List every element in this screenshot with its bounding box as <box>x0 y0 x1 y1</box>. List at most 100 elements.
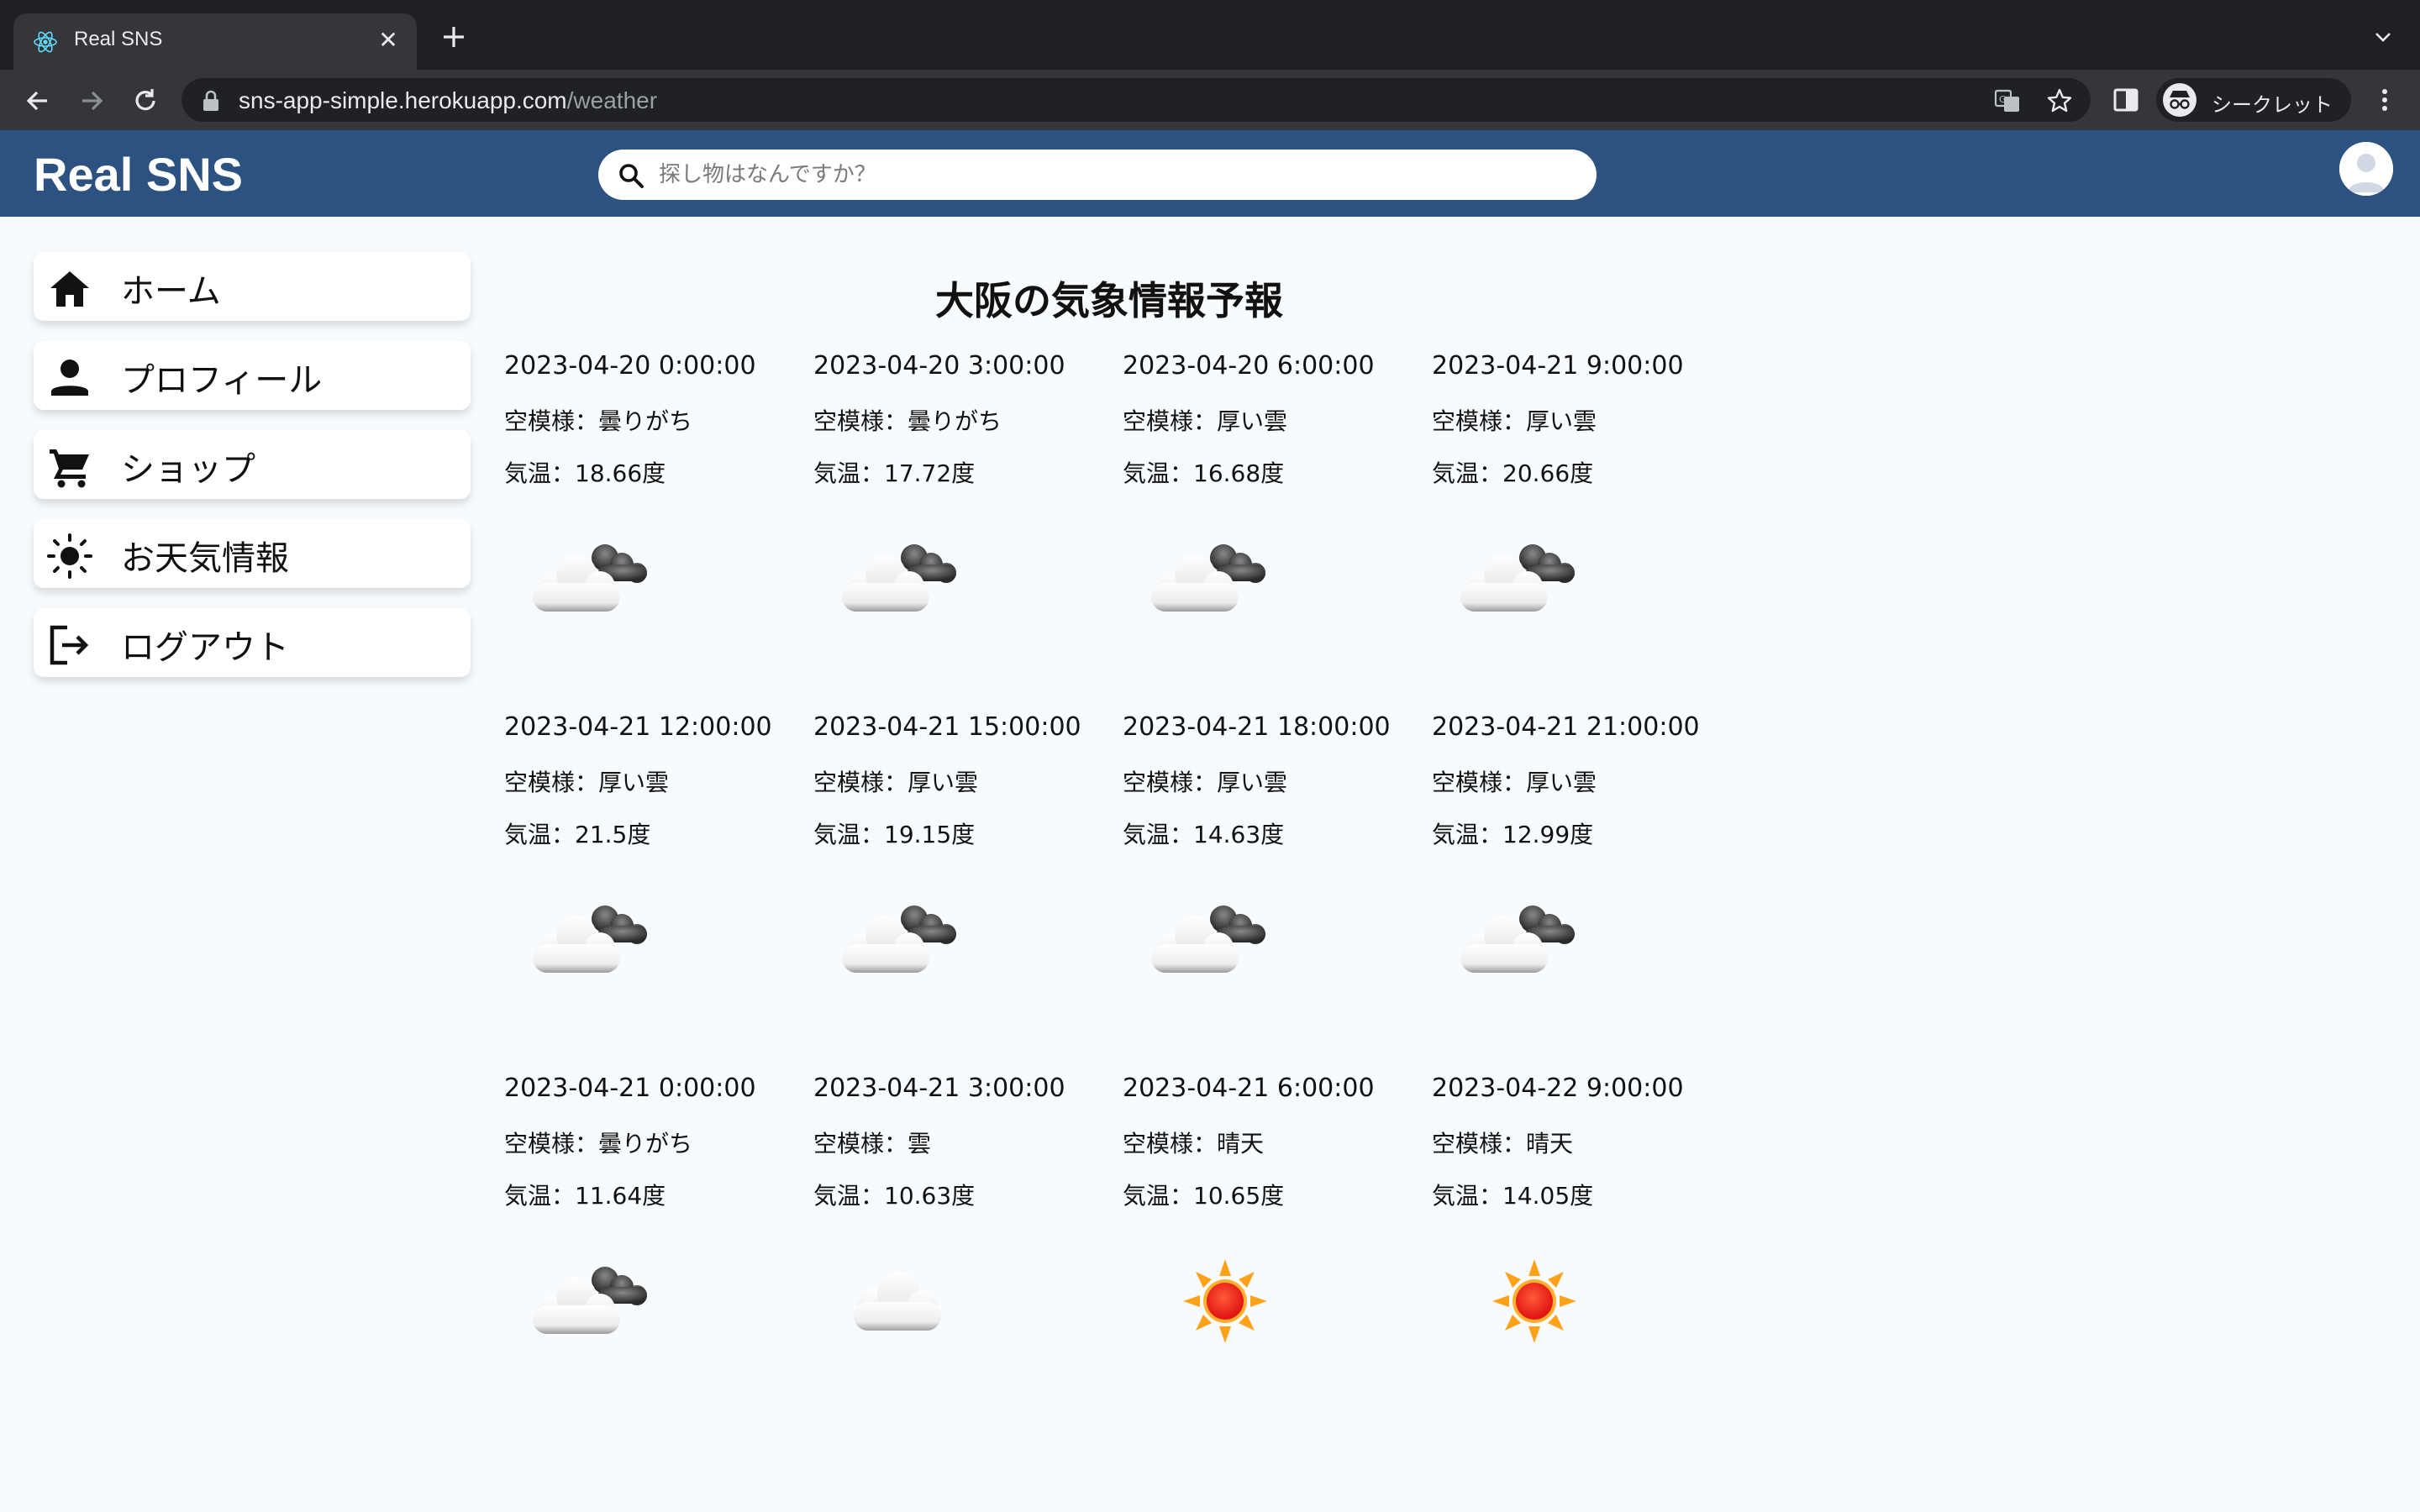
sidebar-item-label: ホーム <box>121 272 221 311</box>
partly-cloudy-weather-icon <box>823 516 975 642</box>
sidebar-item-label: プロフィール <box>121 361 323 400</box>
tab-title: Real SNS <box>74 28 163 50</box>
logout-icon <box>50 625 89 665</box>
forecast-temperature: 気温：21.5度 <box>504 821 651 848</box>
forecast-card: 2023-04-21 0:00:00 空模様：曇りがち 気温：11.64度 <box>504 1074 807 1426</box>
forecast-time: 2023-04-21 12:00:00 <box>504 712 772 742</box>
translate-icon[interactable]: G <box>1993 87 2022 115</box>
forecast-sky: 空模様：曇りがち <box>504 407 693 435</box>
forecast-sky: 空模様：晴天 <box>1432 1130 1574 1158</box>
sidebar-item-label: お天気情報 <box>121 539 289 578</box>
forecast-card: 2023-04-20 3:00:00 空模様：曇りがち 気温：17.72度 <box>813 351 1116 704</box>
browser-tab-strip: Real SNS ✕ <box>0 0 2420 70</box>
forecast-temperature: 気温：14.63度 <box>1123 821 1285 848</box>
forecast-time: 2023-04-21 15:00:00 <box>813 712 1081 742</box>
forecast-temperature: 気温：12.99度 <box>1432 821 1594 848</box>
partly-cloudy-weather-icon <box>514 877 666 1003</box>
partly-cloudy-weather-icon <box>514 1238 666 1364</box>
sidebar-item-label: ショップ <box>121 450 255 489</box>
lock-icon[interactable] <box>202 90 220 112</box>
bookmark-star-icon[interactable] <box>2045 87 2074 115</box>
forecast-temperature: 気温：19.15度 <box>813 821 976 848</box>
search-input[interactable] <box>659 155 1575 195</box>
react-favicon-icon <box>34 31 57 53</box>
partly-cloudy-weather-icon <box>823 877 975 1003</box>
sidebar-item-weather[interactable]: お天気情報 <box>34 519 471 588</box>
sun-weather-icon <box>1459 1238 1610 1364</box>
forecast-card: 2023-04-20 6:00:00 空模様：厚い雲 気温：16.68度 <box>1123 351 1425 704</box>
search-bar[interactable] <box>598 150 1597 200</box>
new-tab-icon[interactable] <box>439 22 469 52</box>
svg-text:G: G <box>1999 94 2007 105</box>
forecast-time: 2023-04-21 6:00:00 <box>1123 1074 1375 1103</box>
forecast-card: 2023-04-21 21:00:00 空模様：厚い雲 気温：12.99度 <box>1432 712 1734 1065</box>
tab-close-icon[interactable]: ✕ <box>375 27 402 54</box>
forecast-time: 2023-04-21 21:00:00 <box>1432 712 1700 742</box>
browser-tab[interactable]: Real SNS ✕ <box>13 13 417 70</box>
browser-menu-icon[interactable] <box>2370 85 2400 115</box>
person-icon <box>51 360 88 396</box>
forecast-card: 2023-04-21 18:00:00 空模様：厚い雲 気温：14.63度 <box>1123 712 1425 1065</box>
forecast-sky: 空模様：厚い雲 <box>504 769 670 796</box>
sidebar-item-label: ログアウト <box>121 628 289 667</box>
forecast-sky: 空模様：曇りがち <box>813 407 1002 435</box>
partly-cloudy-weather-icon <box>1133 877 1284 1003</box>
tab-search-chevron-icon[interactable] <box>2373 27 2393 47</box>
back-icon[interactable] <box>22 85 54 117</box>
page-title: 大阪の気象情報予報 <box>935 278 1283 323</box>
reload-icon[interactable] <box>129 85 161 117</box>
sidebar-item-logout[interactable]: ログアウト <box>34 608 471 677</box>
search-icon <box>619 164 644 188</box>
forecast-sky: 空模様：厚い雲 <box>813 769 979 796</box>
sidebar-item-home[interactable]: ホーム <box>34 252 471 321</box>
url-path: /weather <box>566 87 658 113</box>
partly-cloudy-weather-icon <box>1442 877 1593 1003</box>
forecast-sky: 空模様：厚い雲 <box>1432 407 1597 435</box>
forecast-temperature: 気温：18.66度 <box>504 459 666 487</box>
url-host: sns-app-simple.herokuapp.com <box>239 87 567 113</box>
incognito-indicator[interactable]: シークレット <box>2156 78 2351 122</box>
partly-cloudy-weather-icon <box>514 516 666 642</box>
partly-cloudy-weather-icon <box>1442 516 1593 642</box>
forecast-sky: 空模様：曇りがち <box>504 1130 693 1158</box>
forecast-card: 2023-04-21 12:00:00 空模様：厚い雲 気温：21.5度 <box>504 712 807 1065</box>
forward-icon[interactable] <box>76 85 108 117</box>
app-header: Real SNS <box>0 130 2420 217</box>
app-logo[interactable]: Real SNS <box>34 147 243 202</box>
forecast-time: 2023-04-20 0:00:00 <box>504 351 756 381</box>
default-avatar-icon <box>2339 142 2393 196</box>
forecast-temperature: 気温：20.66度 <box>1432 459 1594 487</box>
forecast-time: 2023-04-21 9:00:00 <box>1432 351 1684 381</box>
sidebar-item-profile[interactable]: プロフィール <box>34 341 471 410</box>
forecast-sky: 空模様：晴天 <box>1123 1130 1265 1158</box>
forecast-sky: 空模様：厚い雲 <box>1123 769 1288 796</box>
user-avatar[interactable] <box>2339 142 2393 196</box>
forecast-card: 2023-04-21 15:00:00 空模様：厚い雲 気温：19.15度 <box>813 712 1116 1065</box>
cloud-weather-icon <box>823 1238 975 1364</box>
forecast-temperature: 気温：11.64度 <box>504 1182 666 1210</box>
forecast-card: 2023-04-21 9:00:00 空模様：厚い雲 気温：20.66度 <box>1432 351 1734 704</box>
forecast-sky: 空模様：厚い雲 <box>1432 769 1597 796</box>
forecast-temperature: 気温：17.72度 <box>813 459 976 487</box>
forecast-temperature: 気温：10.65度 <box>1123 1182 1285 1210</box>
forecast-time: 2023-04-21 3:00:00 <box>813 1074 1065 1103</box>
sidebar: ホーム プロフィール ショップ お天気情報 ログアウト <box>34 252 471 697</box>
forecast-time: 2023-04-20 6:00:00 <box>1123 351 1375 381</box>
browser-toolbar: sns-app-simple.herokuapp.com/weather G シ… <box>0 70 2420 130</box>
address-bar[interactable]: sns-app-simple.herokuapp.com/weather G <box>182 78 2091 122</box>
partly-cloudy-weather-icon <box>1133 516 1284 642</box>
side-panel-icon[interactable] <box>2111 85 2141 115</box>
forecast-card: 2023-04-21 3:00:00 空模様：雲気温：10.63度 <box>813 1074 1116 1426</box>
incognito-icon <box>2163 83 2196 117</box>
forecast-time: 2023-04-21 18:00:00 <box>1123 712 1391 742</box>
sun-weather-icon <box>1150 1238 1301 1364</box>
forecast-sky: 空模様：雲 <box>813 1130 932 1158</box>
url-text[interactable]: sns-app-simple.herokuapp.com/weather <box>239 87 657 114</box>
sidebar-item-shop[interactable]: ショップ <box>34 430 471 499</box>
forecast-time: 2023-04-22 9:00:00 <box>1432 1074 1684 1103</box>
forecast-time: 2023-04-21 0:00:00 <box>504 1074 756 1103</box>
forecast-temperature: 気温：10.63度 <box>813 1182 976 1210</box>
forecast-card: 2023-04-21 6:00:00 空模様：晴天 気温：10.65度 <box>1123 1074 1425 1426</box>
home-icon <box>50 271 89 307</box>
forecast-time: 2023-04-20 3:00:00 <box>813 351 1065 381</box>
